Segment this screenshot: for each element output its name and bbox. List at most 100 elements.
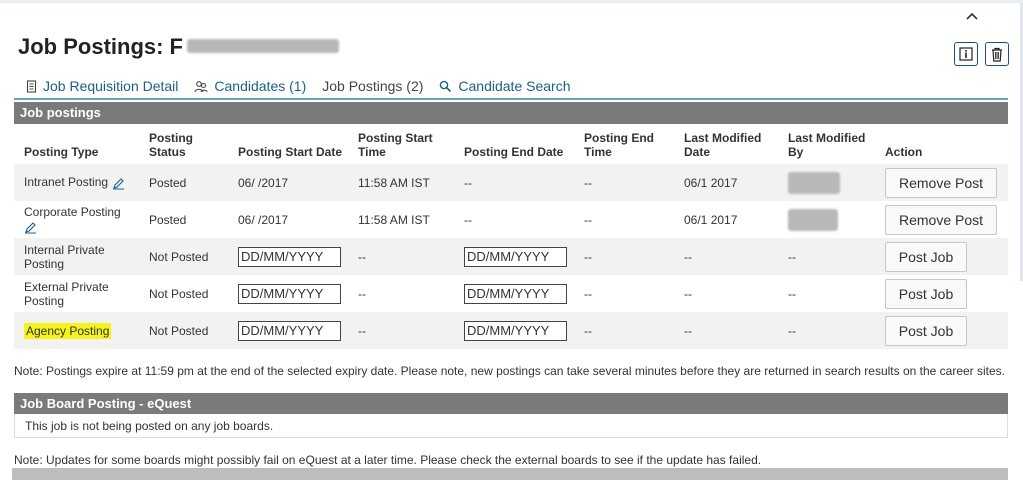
column-header: Posting Start Time xyxy=(358,131,433,159)
posting-type: External Private Posting xyxy=(24,279,109,308)
table-row: Internal Private Posting Not Posted -- -… xyxy=(14,238,1008,275)
top-strip xyxy=(0,0,1023,3)
section-title: Job postings xyxy=(20,105,101,120)
post-job-button[interactable]: Post Job xyxy=(885,241,967,272)
job-postings-header: Job postings xyxy=(14,102,1008,124)
action-cell: Remove Post xyxy=(875,164,1008,201)
redacted-name xyxy=(788,171,840,194)
modified-date: -- xyxy=(684,249,692,264)
modified-by-cell xyxy=(778,164,875,201)
end-date-input[interactable] xyxy=(464,283,567,304)
column-header: Posting Type xyxy=(24,145,99,159)
posting-type: Internal Private Posting xyxy=(24,242,105,271)
modified-date: -- xyxy=(684,323,692,338)
trash-icon xyxy=(992,47,1002,62)
equest-message-box: This job is not being posted on any job … xyxy=(14,414,1008,438)
column-header: Last Modified Date xyxy=(684,131,762,159)
posting-type-highlighted: Agency Posting xyxy=(24,322,112,339)
start-date: 06/ /2017 xyxy=(238,175,289,190)
table-row: Agency Posting Not Posted -- -- -- -- Po… xyxy=(14,312,1008,349)
action-cell: Post Job xyxy=(875,312,1008,349)
start-date-input[interactable] xyxy=(238,283,341,304)
posting-status: Not Posted xyxy=(149,249,209,264)
modified-by: -- xyxy=(788,323,796,338)
start-date: 06/ /2017 xyxy=(238,212,289,227)
modified-by: -- xyxy=(788,286,796,301)
start-date-input[interactable] xyxy=(238,246,341,267)
modified-date: 06/1 2017 xyxy=(684,212,738,227)
edit-link-icon[interactable] xyxy=(24,221,37,234)
postings-note: Note: Postings expire at 11:59 pm at the… xyxy=(14,364,1006,378)
remove-post-button[interactable]: Remove Post xyxy=(885,204,997,235)
posting-type-cell: Agency Posting xyxy=(14,312,139,349)
action-cell: Post Job xyxy=(875,275,1008,312)
tab-candidate-search[interactable]: Candidate Search xyxy=(439,78,570,94)
start-time: -- xyxy=(358,323,366,338)
end-date-cell xyxy=(454,275,574,312)
end-date: -- xyxy=(464,175,472,190)
start-date-cell xyxy=(228,312,348,349)
redacted-title xyxy=(187,39,339,54)
delete-button[interactable] xyxy=(985,42,1009,66)
chevron-up-icon xyxy=(966,12,978,20)
bottom-bar xyxy=(12,468,1008,480)
start-time: -- xyxy=(358,286,366,301)
tab-job-requisition-detail[interactable]: Job Requisition Detail xyxy=(26,78,178,94)
tab-label: Candidate Search xyxy=(458,78,571,94)
action-cell: Post Job xyxy=(875,238,1008,275)
job-postings-table: Posting Type Posting Status Posting Star… xyxy=(14,126,1008,349)
post-job-button[interactable]: Post Job xyxy=(885,315,967,346)
posting-status: Posted xyxy=(149,175,187,190)
end-time: -- xyxy=(584,212,592,227)
posting-status: Posted xyxy=(149,212,187,227)
posting-status: Not Posted xyxy=(149,286,209,301)
end-date-cell xyxy=(454,238,574,275)
table-row: External Private Posting Not Posted -- -… xyxy=(14,275,1008,312)
action-cell: Remove Post xyxy=(875,201,1008,238)
equest-message: This job is not being posted on any job … xyxy=(25,419,274,433)
column-header: Action xyxy=(885,145,923,159)
posting-type: Corporate Posting xyxy=(24,205,121,220)
column-header: Posting Start Date xyxy=(238,145,343,159)
tab-underline xyxy=(14,98,1008,100)
edit-link-icon[interactable] xyxy=(112,177,125,190)
equest-note: Note: Updates for some boards might poss… xyxy=(14,453,762,467)
end-time: -- xyxy=(584,323,592,338)
info-button[interactable] xyxy=(954,42,978,66)
start-date-cell xyxy=(228,238,348,275)
page-title: Job Postings: F xyxy=(18,34,339,60)
tab-label: Candidates (1) xyxy=(214,78,307,94)
table-header-row: Posting Type Posting Status Posting Star… xyxy=(14,126,1008,164)
posting-type: Intranet Posting xyxy=(24,175,109,190)
end-time: -- xyxy=(584,286,592,301)
column-header: Posting Status xyxy=(149,131,193,159)
info-icon xyxy=(959,47,973,61)
table-row: Intranet Posting Posted 06/ /2017 11:58 … xyxy=(14,164,1008,201)
modified-by-cell xyxy=(778,201,875,238)
end-date-cell xyxy=(454,312,574,349)
table-row: Corporate Posting Posted 06/ /2017 11:58… xyxy=(14,201,1008,238)
collapse-button[interactable] xyxy=(962,6,982,26)
remove-post-button[interactable]: Remove Post xyxy=(885,167,997,198)
modified-date: -- xyxy=(684,286,692,301)
section-title: Job Board Posting - eQuest xyxy=(20,396,192,411)
tab-job-postings[interactable]: Job Postings (2) xyxy=(322,78,423,94)
start-date-input[interactable] xyxy=(238,320,341,341)
post-job-button[interactable]: Post Job xyxy=(885,278,967,309)
column-header: Last Modified By xyxy=(788,131,866,159)
tab-candidates[interactable]: Candidates (1) xyxy=(194,78,306,94)
start-date-cell xyxy=(228,275,348,312)
equest-header: Job Board Posting - eQuest xyxy=(14,393,1008,414)
column-header: Posting End Time xyxy=(584,131,654,159)
end-date-input[interactable] xyxy=(464,246,567,267)
tab-label: Job Requisition Detail xyxy=(43,78,179,94)
start-time: 11:58 AM IST xyxy=(358,212,430,227)
end-time: -- xyxy=(584,249,592,264)
people-icon xyxy=(194,80,208,92)
modified-date: 06/1 2017 xyxy=(684,175,738,190)
posting-type-cell: Corporate Posting xyxy=(14,201,139,238)
tab-label: Job Postings (2) xyxy=(322,78,424,94)
start-time: -- xyxy=(358,249,366,264)
end-date-input[interactable] xyxy=(464,320,567,341)
page-title-text: Job Postings: F xyxy=(18,34,183,59)
